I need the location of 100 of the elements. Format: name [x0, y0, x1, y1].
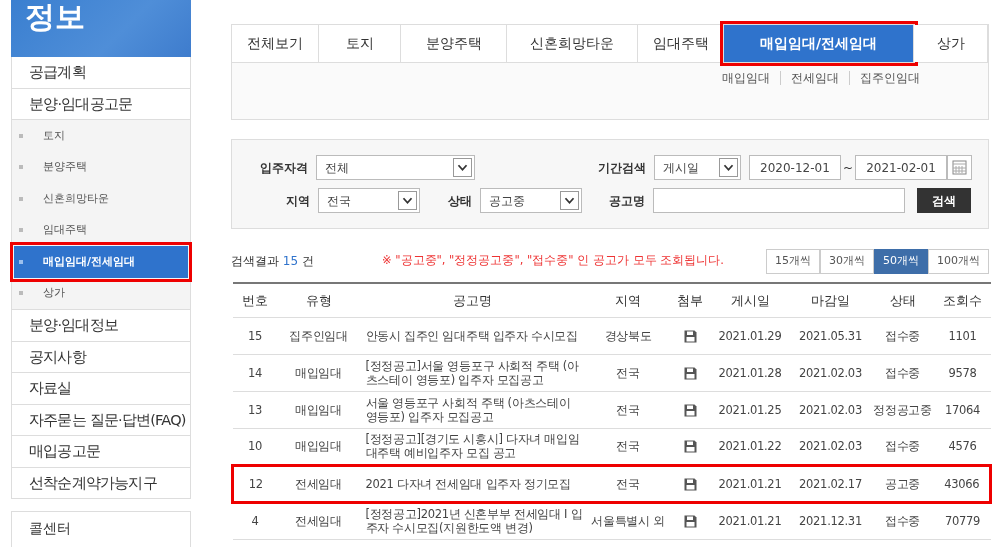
bullet-icon	[19, 228, 23, 233]
submenu-item[interactable]: 상가	[12, 277, 190, 309]
sidebar-item[interactable]: 매입공고문	[11, 436, 191, 468]
field-label: 상태	[447, 192, 472, 210]
column-header: 번호	[232, 283, 278, 317]
table-cell: 2021.01.29	[709, 317, 791, 354]
column-header: 상태	[870, 283, 935, 317]
call-center-title: 콜센터	[29, 520, 71, 536]
sidebar-item[interactable]: 선착순계약가능지구	[11, 467, 191, 499]
dropdown-caret-icon	[398, 191, 417, 210]
field-label: 지역	[285, 192, 310, 210]
table-cell: 12	[232, 465, 278, 502]
submenu-label: 매입임대/전세임대	[43, 253, 136, 270]
table-cell: 4	[232, 502, 278, 539]
submenu-item[interactable]: 토지	[12, 120, 190, 152]
subcategory-link[interactable]: 집주인임대	[850, 71, 920, 85]
date-field[interactable]: 2020-12-01	[748, 155, 841, 180]
dropdown-caret-icon	[718, 158, 738, 177]
bullet-icon	[19, 133, 23, 138]
table-cell: 10	[232, 428, 278, 465]
dropdown[interactable]: 게시일	[654, 155, 741, 180]
table-cell: 전국	[585, 354, 671, 391]
column-header: 조회수	[934, 283, 991, 317]
table-cell: 2021.01.21	[709, 502, 791, 539]
table-cell: 2021.01.21	[709, 465, 791, 502]
announcement-link[interactable]: 안동시 집주인 임대주택 입주자 수시모집	[359, 317, 586, 354]
page-size-button[interactable]: 15개씩	[766, 248, 820, 274]
date-field[interactable]: 2021-02-01	[855, 155, 947, 180]
announcement-link[interactable]: 2021 다자녀 전세임대 입주자 정기모집	[359, 465, 586, 502]
table-cell: 2021.01.28	[709, 354, 791, 391]
save-icon[interactable]	[683, 403, 697, 417]
category-tab[interactable]: 상가	[914, 25, 988, 62]
dropdown[interactable]: 전체	[316, 155, 475, 180]
table-cell: 매입임대	[277, 354, 360, 391]
sidebar-banner: 정보	[11, 0, 191, 57]
save-icon[interactable]	[683, 329, 697, 343]
table-cell: 4576	[934, 428, 991, 465]
save-icon[interactable]	[683, 477, 697, 491]
save-icon[interactable]	[683, 366, 697, 380]
table-cell: 70779	[934, 502, 991, 539]
table-cell: 서울특별시 외	[585, 502, 671, 539]
field-label: 기간검색	[597, 159, 647, 177]
page-size-button[interactable]: 30개씩	[820, 248, 874, 274]
sidebar-item[interactable]: 자료실	[11, 373, 191, 405]
table-cell: 전세임대	[277, 502, 360, 539]
table-cell: 2021.02.17	[790, 465, 871, 502]
submenu-item[interactable]: 분양주택	[12, 151, 190, 183]
dropdown[interactable]: 공고중	[480, 188, 582, 213]
table-cell: 2021.12.31	[790, 502, 871, 539]
notice-text: ※ "공고중", "정정공고중", "접수중" 인 공고가 모두 조회됩니다.	[381, 252, 724, 270]
sidebar-item[interactable]: 공급계획	[11, 57, 191, 89]
table-cell: 접수중	[870, 502, 935, 539]
table-cell: 13	[232, 391, 278, 428]
announcement-link[interactable]: [정정공고][경기도 시흥시] 다자녀 매입임대주택 예비입주자 모집 공고	[359, 428, 586, 465]
table-cell: 접수중	[870, 428, 935, 465]
page-size-button[interactable]: 50개씩	[874, 248, 928, 274]
bullet-icon	[19, 165, 23, 170]
table-cell: 2021.02.03	[790, 354, 871, 391]
column-header: 첨부	[670, 283, 710, 317]
table-cell: 17064	[934, 391, 991, 428]
table-cell: 정정공고중	[870, 391, 935, 428]
search-button[interactable]: 검색	[917, 188, 971, 213]
result-count: 검색결과 15 건	[231, 253, 314, 270]
table-cell: 2021.02.03	[790, 428, 871, 465]
submenu-label: 토지	[43, 127, 65, 144]
table-cell: 43066	[934, 465, 991, 502]
bullet-icon	[19, 259, 23, 264]
table-cell: 공고중	[870, 465, 935, 502]
save-icon[interactable]	[683, 440, 697, 453]
table-cell: 접수중	[870, 317, 935, 354]
submenu-item[interactable]: 신혼희망타운	[12, 183, 190, 215]
table-cell: 2021.05.31	[790, 317, 871, 354]
bullet-icon	[19, 196, 23, 201]
column-header: 마감일	[790, 283, 871, 317]
page-size-button[interactable]: 100개씩	[928, 248, 989, 274]
table-cell: 매입임대	[277, 428, 360, 465]
announcement-link[interactable]: [정정공고]2021년 신혼부부 전세임대 I 입주자 수시모집(지원한도액 변경)	[359, 502, 586, 539]
table-cell: 2021.01.25	[709, 391, 791, 428]
save-icon[interactable]	[683, 515, 697, 528]
sidebar-item[interactable]: 자주묻는 질문·답변(FAQ)	[11, 404, 191, 436]
table-cell: 2021.02.03	[790, 391, 871, 428]
subcategory-link[interactable]: 매입임대	[712, 71, 781, 85]
announcement-link[interactable]: 서울 영등포구 사회적 주택 (아츠스테이 영등포) 입주자 모집공고	[359, 391, 586, 428]
table-cell: 전세임대	[277, 465, 360, 502]
bullet-icon	[19, 291, 23, 296]
subcategory-link[interactable]: 전세임대	[781, 71, 850, 85]
sidebar-item[interactable]: 분양·임대정보	[11, 310, 191, 342]
table-cell: 2021.01.22	[709, 428, 791, 465]
table-cell: 9578	[934, 354, 991, 391]
table-cell: 1101	[934, 317, 991, 354]
submenu-item[interactable]: 임대주택	[12, 214, 190, 246]
column-header: 게시일	[709, 283, 791, 317]
sidebar-item[interactable]: 공지사항	[11, 341, 191, 373]
table-cell: 15	[232, 317, 278, 354]
date-separator: ~	[842, 159, 853, 177]
announcement-link[interactable]: [정정공고]서울 영등포구 사회적 주택 (아츠스테이 영등포) 입주자 모집공고	[359, 354, 586, 391]
table-cell: 전국	[585, 428, 671, 465]
submenu-label: 신혼희망타운	[43, 190, 109, 207]
dropdown[interactable]: 전국	[318, 188, 420, 213]
announcement-name-field[interactable]	[653, 188, 905, 213]
